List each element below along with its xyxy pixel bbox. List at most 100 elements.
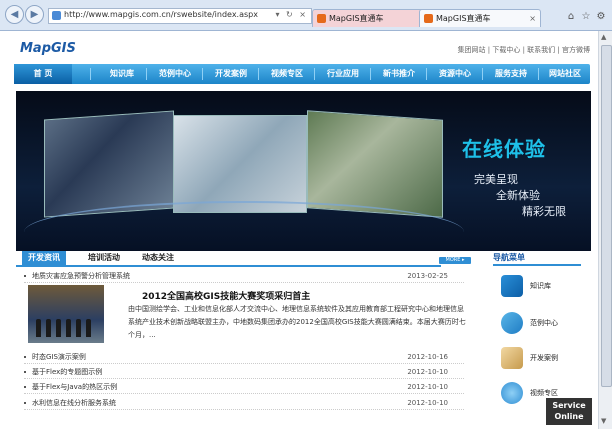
news-date: 2012-10-10 — [407, 383, 448, 391]
knowledge-icon — [501, 275, 523, 297]
tab-dev-news[interactable]: 开发资讯 — [22, 251, 66, 265]
feature-title[interactable]: 2012全国高校GIS技能大赛奖项采归首主 — [142, 289, 310, 302]
address-url[interactable]: http://www.mapgis.com.cn/rswebsite/index… — [64, 10, 258, 19]
nav-item-resources[interactable]: 资源中心 — [428, 64, 482, 84]
side-item-knowledge[interactable]: 知识库 — [501, 275, 591, 297]
news-date: 2012-10-16 — [407, 353, 448, 361]
web-page: MapGIS 集团网站 | 下载中心 | 联系我们 | 官方微博 首 页 知识库… — [2, 31, 598, 429]
hero-banner[interactable]: 在线体验 完美呈现 全新体验 精彩无限 — [16, 91, 591, 251]
news-title[interactable]: 地质灾害应急预警分析管理系统 — [32, 270, 130, 282]
tab-favicon-icon — [317, 14, 326, 23]
feature-photo[interactable] — [28, 285, 104, 343]
side-item-samples[interactable]: 范例中心 — [501, 312, 591, 334]
side-item-label[interactable]: 知识库 — [530, 281, 551, 291]
side-item-label[interactable]: 视频专区 — [530, 388, 558, 398]
favorites-icon[interactable]: ☆ — [580, 11, 592, 23]
side-item-dev-cases[interactable]: 开发案例 — [501, 347, 591, 369]
bullet-icon — [24, 402, 26, 404]
bullet-icon — [24, 386, 26, 388]
browser-tab-2[interactable]: MapGIS直通车 × — [419, 9, 541, 27]
vertical-scrollbar[interactable]: ▲ ▼ — [598, 31, 612, 429]
nav-item-community[interactable]: 网站社区 — [540, 64, 590, 84]
nav-item-samples[interactable]: 范例中心 — [148, 64, 202, 84]
browser-tab-1[interactable]: MapGIS直通车 × — [312, 9, 434, 27]
online-label[interactable]: Online — [546, 411, 592, 422]
nav-separator — [314, 68, 315, 80]
nav-separator — [370, 68, 371, 80]
scroll-thumb[interactable] — [601, 45, 612, 387]
browser-chrome: ◀ ▶ http://www.mapgis.com.cn/rswebsite/i… — [0, 0, 612, 31]
feature-body: 由中国测绘学会、工业和信息化部人才交流中心、地理信息系统软件及其应用教育部工程研… — [128, 305, 466, 339]
news-tabs: 开发资讯 培训活动 动态关注 — [16, 251, 441, 267]
nav-separator — [146, 68, 147, 80]
banner-screenshot-city — [307, 110, 443, 218]
main-nav: 首 页 知识库 范例中心 开发案例 视频专区 行业应用 新书推介 资源中心 服务… — [14, 64, 590, 84]
side-menu-divider — [493, 264, 581, 266]
forward-icon[interactable]: ▶ — [25, 5, 44, 24]
side-item-label[interactable]: 范例中心 — [530, 318, 558, 328]
service-online-button[interactable]: Service Online — [546, 398, 592, 425]
settings-gear-icon[interactable]: ⚙ — [595, 11, 607, 23]
more-button[interactable]: MORE ▸ — [439, 257, 471, 264]
news-row[interactable]: 基于Flex的专题图示例 2012-10-10 — [24, 366, 464, 379]
nav-separator — [258, 68, 259, 80]
bullet-icon — [24, 275, 26, 277]
address-controls[interactable]: ▾ ↻ × — [275, 10, 308, 19]
banner-line: 精彩无限 — [522, 205, 566, 218]
mapgis-logo[interactable]: MapGIS — [20, 41, 76, 56]
tab-close-icon[interactable]: × — [529, 10, 536, 27]
banner-screenshot-globe — [44, 110, 174, 218]
tab-favicon-icon — [424, 14, 433, 23]
nav-item-home[interactable]: 首 页 — [14, 64, 72, 84]
top-links[interactable]: 集团网站 | 下载中心 | 联系我们 | 官方微博 — [458, 45, 590, 55]
tab-title: MapGIS直通车 — [436, 14, 491, 23]
photo-figure — [56, 319, 61, 337]
scroll-up-icon[interactable]: ▲ — [601, 33, 606, 41]
side-menu-title: 导航菜单 — [493, 253, 525, 262]
video-icon — [501, 382, 523, 404]
news-title[interactable]: 水利信息在线分析服务系统 — [32, 397, 116, 409]
home-icon[interactable]: ⌂ — [565, 11, 577, 23]
banner-line: 完美呈现 — [474, 173, 518, 186]
news-title[interactable]: 基于Flex的专题图示例 — [32, 366, 102, 378]
news-title[interactable]: 基于Flex与Java的热区示例 — [32, 381, 117, 393]
dev-cases-icon — [501, 347, 523, 369]
news-row[interactable]: 基于Flex与Java的热区示例 2012-10-10 — [24, 381, 464, 394]
photo-figure — [46, 319, 51, 337]
nav-separator — [538, 68, 539, 80]
bullet-icon — [24, 356, 26, 358]
side-item-label[interactable]: 开发案例 — [530, 353, 558, 363]
nav-separator — [90, 68, 91, 80]
tab-title: MapGIS直通车 — [329, 14, 384, 23]
photo-figure — [36, 319, 41, 337]
news-row[interactable]: 时态GIS演示案例 2012-10-16 — [24, 351, 464, 364]
photo-figure — [66, 319, 71, 337]
site-favicon-icon — [52, 11, 61, 20]
back-icon[interactable]: ◀ — [5, 5, 24, 24]
nav-item-books[interactable]: 新书推介 — [372, 64, 426, 84]
banner-line: 全新体验 — [496, 189, 540, 202]
nav-item-dev-cases[interactable]: 开发案例 — [204, 64, 258, 84]
nav-item-video[interactable]: 视频专区 — [260, 64, 314, 84]
news-row[interactable]: 水利信息在线分析服务系统 2012-10-10 — [24, 397, 464, 410]
nav-separator — [482, 68, 483, 80]
banner-screenshot-map — [173, 115, 307, 213]
nav-separator — [426, 68, 427, 80]
address-bar[interactable]: http://www.mapgis.com.cn/rswebsite/index… — [48, 8, 312, 24]
news-row[interactable]: 地质灾害应急预警分析管理系统 2013-02-25 — [24, 270, 464, 283]
photo-figure — [86, 319, 91, 337]
nav-item-industry[interactable]: 行业应用 — [316, 64, 370, 84]
samples-icon — [501, 312, 523, 334]
bullet-icon — [24, 371, 26, 373]
scroll-down-icon[interactable]: ▼ — [601, 417, 606, 425]
nav-item-support[interactable]: 服务支持 — [484, 64, 538, 84]
banner-title: 在线体验 — [462, 137, 546, 161]
tab-training[interactable]: 培训活动 — [88, 251, 120, 265]
tab-updates[interactable]: 动态关注 — [142, 251, 174, 265]
news-date: 2013-02-25 — [407, 272, 448, 280]
nav-item-knowledge[interactable]: 知识库 — [98, 64, 146, 84]
news-title[interactable]: 时态GIS演示案例 — [32, 351, 86, 363]
nav-separator — [202, 68, 203, 80]
news-date: 2012-10-10 — [407, 399, 448, 407]
service-label[interactable]: Service — [546, 400, 592, 411]
